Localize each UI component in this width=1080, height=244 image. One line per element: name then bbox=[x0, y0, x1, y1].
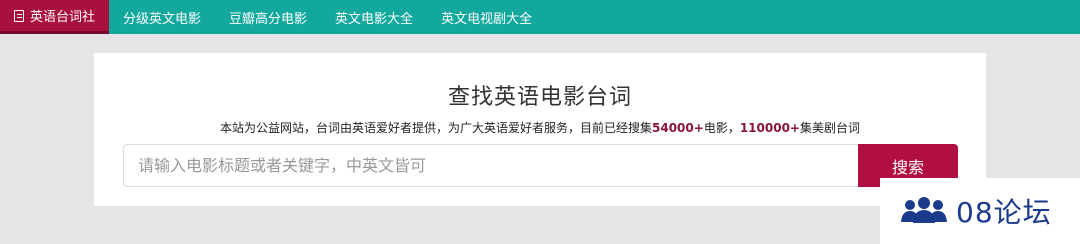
watermark-text: 08论坛 bbox=[956, 196, 1052, 229]
nav-link-english-tv-series[interactable]: 英文电视剧大全 bbox=[427, 0, 546, 34]
description-prefix: 本站为公益网站，台词由英语爱好者提供，为广大英语爱好者服务，目前已经搜集 bbox=[219, 121, 652, 135]
nav-link-english-movies[interactable]: 英文电影大全 bbox=[321, 0, 427, 34]
brand-label: 英语台词社 bbox=[30, 10, 96, 25]
nav-link-graded-movies[interactable]: 分级英文电影 bbox=[109, 0, 215, 34]
nav-link-douban-top-movies[interactable]: 豆瓣高分电影 bbox=[215, 0, 321, 34]
series-count: 110000+ bbox=[739, 121, 800, 135]
search-panel: 查找英语电影台词 本站为公益网站，台词由英语爱好者提供，为广大英语爱好者服务，目… bbox=[94, 53, 986, 206]
search-input[interactable] bbox=[123, 144, 858, 187]
description-mid: 电影， bbox=[703, 121, 740, 135]
movie-count: 54000+ bbox=[652, 121, 704, 135]
site-description: 本站为公益网站，台词由英语爱好者提供，为广大英语爱好者服务，目前已经搜集5400… bbox=[94, 119, 986, 136]
top-navbar: 英语台词社 分级英文电影 豆瓣高分电影 英文电影大全 英文电视剧大全 bbox=[0, 0, 1080, 34]
forum-watermark: 08论坛 bbox=[880, 178, 1080, 244]
page-title: 查找英语电影台词 bbox=[447, 85, 632, 110]
description-suffix: 集美剧台词 bbox=[799, 121, 860, 135]
brand-link[interactable]: 英语台词社 bbox=[0, 0, 110, 34]
document-icon bbox=[14, 9, 24, 22]
users-group-icon bbox=[901, 197, 947, 223]
search-bar: 搜索 bbox=[123, 144, 958, 187]
